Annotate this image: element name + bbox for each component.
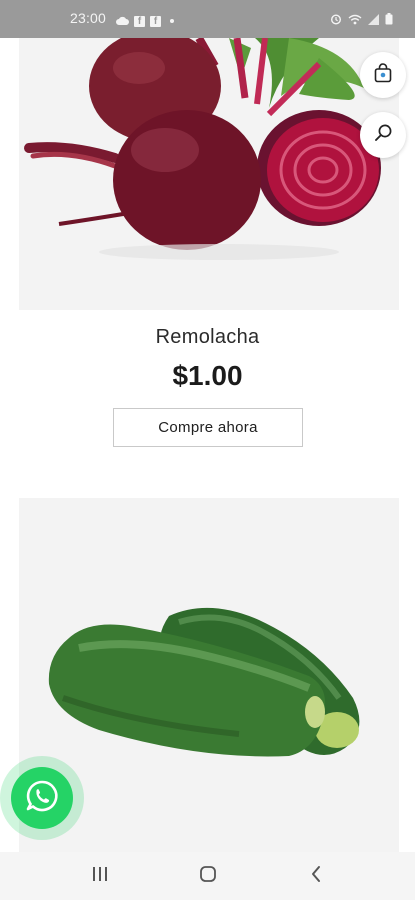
cart-button[interactable] (360, 52, 406, 98)
screen: 23:00 f f Remolacha $1.00 Compre ahora (0, 0, 415, 900)
buy-now-button[interactable]: Compre ahora (113, 408, 303, 447)
facebook-icon: f (134, 15, 145, 27)
status-left-icons: f f (116, 12, 174, 30)
whatsapp-icon (24, 778, 60, 819)
beetroot-image[interactable] (19, 38, 399, 310)
status-bar: 23:00 f f (0, 0, 415, 38)
dot-icon (170, 19, 174, 23)
shopping-bag-icon (374, 62, 392, 88)
whatsapp-button[interactable] (11, 767, 73, 829)
search-button[interactable] (360, 112, 406, 158)
wifi-icon (348, 12, 362, 30)
battery-icon (385, 12, 393, 30)
back-icon (310, 865, 322, 888)
status-time: 23:00 (70, 10, 107, 26)
facebook-icon: f (150, 15, 161, 27)
signal-icon (368, 12, 379, 30)
recents-icon (91, 866, 109, 887)
search-icon (374, 123, 393, 147)
alarm-icon (330, 12, 342, 30)
status-right-icons (330, 12, 393, 30)
navigation-bar (0, 852, 415, 900)
product-price: $1.00 (172, 360, 243, 391)
back-button[interactable] (304, 864, 328, 888)
cloud-icon (116, 12, 129, 30)
home-icon (199, 865, 217, 888)
recents-button[interactable] (88, 864, 112, 888)
home-button[interactable] (196, 864, 220, 888)
product-name[interactable]: Remolacha (0, 326, 415, 349)
